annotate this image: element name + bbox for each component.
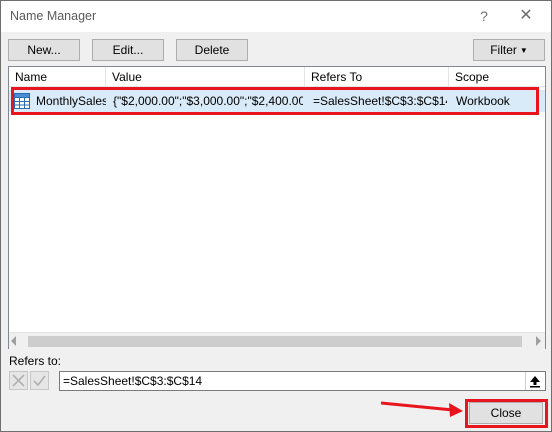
close-icon[interactable]: ✕	[513, 5, 539, 27]
scrollbar-thumb[interactable]	[28, 336, 522, 347]
name-manager-dialog: Name Manager ? ✕ New... Edit... Delete F…	[0, 0, 552, 432]
checkmark-icon	[33, 375, 46, 387]
collapse-arrow-icon	[530, 376, 540, 388]
chevron-down-icon: ▼	[519, 46, 528, 55]
cancel-edit-button[interactable]	[9, 371, 28, 390]
delete-button[interactable]: Delete	[176, 39, 248, 61]
edit-button-label: Edit...	[112, 43, 144, 57]
delete-button-label: Delete	[194, 43, 230, 57]
list-header: Name Value Refers To Scope	[9, 67, 545, 87]
refers-to-label: Refers to:	[9, 354, 62, 368]
column-header-value[interactable]: Value	[106, 67, 305, 87]
help-icon[interactable]: ?	[472, 5, 496, 27]
window-title: Name Manager	[10, 9, 97, 23]
close-highlight-box	[465, 399, 548, 428]
scroll-right-icon[interactable]	[536, 336, 541, 346]
edit-button[interactable]: Edit...	[92, 39, 164, 61]
refers-to-field[interactable]: =SalesSheet!$C$3:$C$14	[59, 371, 546, 391]
title-bar: Name Manager ? ✕	[1, 1, 551, 32]
new-button-label: New...	[27, 43, 61, 57]
new-button[interactable]: New...	[8, 39, 80, 61]
row-highlight-box	[11, 87, 539, 115]
filter-button[interactable]: Filter ▼	[473, 39, 545, 61]
column-header-refers-to[interactable]: Refers To	[305, 67, 449, 87]
cancel-x-icon	[12, 374, 25, 387]
column-header-name[interactable]: Name	[9, 67, 106, 87]
scroll-left-icon[interactable]	[11, 336, 16, 346]
filter-button-label: Filter	[490, 43, 517, 57]
confirm-edit-button[interactable]	[30, 371, 49, 390]
horizontal-scrollbar[interactable]	[9, 332, 545, 349]
pointer-arrow-icon	[380, 401, 463, 417]
collapse-dialog-button[interactable]	[525, 372, 544, 390]
column-header-scope[interactable]: Scope	[449, 67, 545, 87]
